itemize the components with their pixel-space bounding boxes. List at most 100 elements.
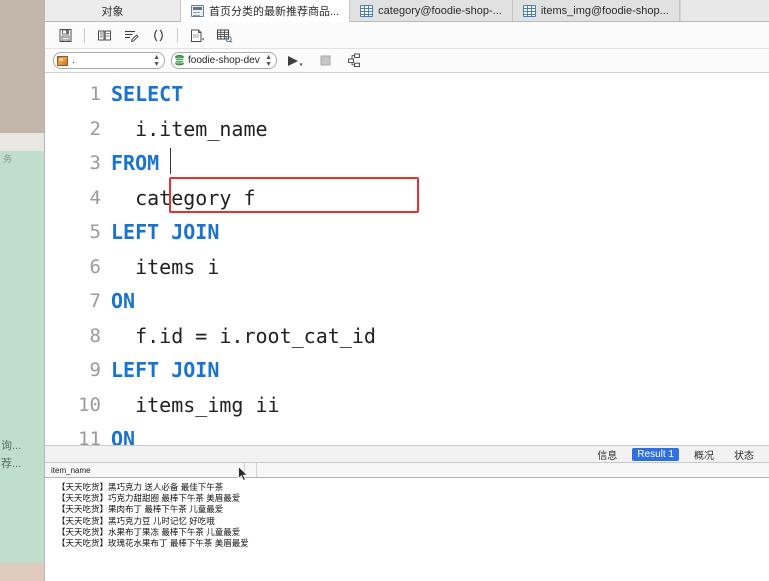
sql-line[interactable]: 8 f.id = i.root_cat_id [45,319,769,354]
sql-line-text: items i [111,250,769,285]
result-grid[interactable]: item_name 【天天吃货】黑巧克力 送人必备 最佳下午茶 【天天吃货】巧克力… [45,463,769,581]
chevron-updown-icon: ▲ ▼ [265,53,272,68]
results-tab-info[interactable]: 信息 [592,446,622,463]
cell-item-name[interactable]: 【天天吃货】玫瑰花水果布丁 最棒下午茶 美眉最爱 [57,537,249,549]
cell-item-name[interactable]: 【天天吃货】黑巧克力豆 儿时记忆 好吃哦 [57,515,215,527]
cell-item-name[interactable]: 【天天吃货】巧克力甜甜圈 最棒下午茶 美眉最爱 [57,492,240,504]
results-tab-bar: 信息 Result 1 概况 状态 [45,445,769,463]
schema-select[interactable]: . ▲ ▼ [53,52,165,69]
sql-keyword: FROM [111,151,160,175]
background-mint-panel [0,151,44,563]
run-query-button[interactable] [283,50,307,72]
sql-keyword: LEFT JOIN [111,358,220,382]
line-number: 6 [89,255,101,278]
sql-editor[interactable]: 1 SELECT 2 i.item_name 3 FROM 4 category f 5 LE… [45,73,769,445]
connection-select-value: foodie-shop-dev [188,55,260,66]
result-grid-header: item_name [45,463,769,482]
table-row[interactable]: 【天天吃货】玫瑰花水果布丁 最棒下午茶 美眉最爱 [45,537,769,548]
sql-identifier: items i [111,254,220,279]
sql-line-text: FROM [111,146,769,181]
schema-icon [57,55,68,66]
sql-line-text: LEFT JOIN [111,353,769,388]
schema-select-value: . [72,55,75,66]
sql-line-text: i.item_name [111,112,769,147]
sql-identifier: items_img ii [111,392,280,417]
sql-identifier: i.item_name [111,116,268,141]
sql-line[interactable]: 1 SELECT [45,77,769,112]
line-number: 7 [89,290,101,312]
column-header-item-name[interactable]: item_name [45,463,245,477]
cell-item-name[interactable]: 【天天吃货】水果布丁果冻 最棒下午茶 儿童最爱 [57,526,240,538]
tab-items-img-table-label: items_img@foodie-shop... [540,4,669,17]
window-left-border [44,0,45,581]
results-tab-result-1[interactable]: Result 1 [632,447,679,461]
editor-tab-bar: 对象 首页分类的最新推荐商品... category@foodie-shop-.… [45,0,769,22]
result-grid-body[interactable]: 【天天吃货】黑巧克力 送人必备 最佳下午茶 【天天吃货】巧克力甜甜圈 最棒下午茶 … [45,478,769,581]
tab-object-pane[interactable]: 对象 [45,0,181,21]
line-number: 1 [89,83,101,105]
background-ghost-text-2: 荐... [1,458,22,470]
sql-line[interactable]: 5 LEFT JOIN [45,215,769,250]
tab-items-img-table[interactable]: items_img@foodie-shop... [512,0,680,21]
results-tab-profile[interactable]: 概况 [689,446,719,463]
sql-line[interactable]: 7 ON [45,284,769,319]
sql-keyword: SELECT [111,82,184,106]
sql-code-lines[interactable]: 1 SELECT 2 i.item_name 3 FROM 4 category f 5 LE… [45,77,769,445]
line-number: 8 [89,324,101,347]
query-builder-icon[interactable] [212,24,236,46]
sql-line[interactable]: 2 i.item_name [45,112,769,147]
sql-line[interactable]: 3 FROM [45,146,769,181]
database-client-window: 对象 首页分类的最新推荐商品... category@foodie-shop-.… [44,0,769,581]
chevron-updown-icon: ▲ ▼ [153,53,160,68]
sql-keyword: ON [111,427,136,445]
table-row[interactable]: 【天天吃货】水果布丁果冻 最棒下午茶 儿童最爱 [45,526,769,537]
cell-item-name[interactable]: 【天天吃货】果肉布丁 最棒下午茶 儿童最爱 [57,503,223,515]
line-number: 11 [78,428,101,445]
tab-bar-filler [679,0,769,21]
toolbar-separator [177,27,178,43]
explain-plan-icon[interactable] [185,24,209,46]
table-row[interactable]: 【天天吃货】巧克力甜甜圈 最棒下午茶 美眉最爱 [45,492,769,503]
sql-line[interactable]: 10 items_img ii [45,388,769,423]
query-icon [191,4,204,17]
connection-toolbar: . ▲ ▼ foodie-shop-dev ▲ ▼ [45,49,769,73]
tab-object-pane-label: 对象 [101,5,124,18]
sql-line-text: ON [111,284,769,319]
toolbar-separator [84,27,85,43]
tab-category-table[interactable]: category@foodie-shop-... [350,0,513,21]
sql-line[interactable]: 4 category f [45,181,769,216]
results-tab-status[interactable]: 状态 [729,446,759,463]
sql-identifier: category f [111,185,256,210]
save-icon[interactable] [53,24,77,46]
cell-item-name[interactable]: 【天天吃货】黑巧克力 送人必备 最佳下午茶 [57,481,223,493]
sql-keyword: ON [111,289,136,313]
line-number: 2 [89,117,101,140]
sql-identifier: f.id = i.root_cat_id [111,323,376,348]
sql-line-text: ON [111,422,769,445]
edit-query-icon[interactable] [119,24,143,46]
text-caret [170,148,171,174]
table-row[interactable]: 【天天吃货】果肉布丁 最棒下午茶 儿童最爱 [45,504,769,515]
database-icon [175,55,184,66]
tab-query-editor[interactable]: 首页分类的最新推荐商品... [181,0,351,22]
stop-query-button[interactable] [313,50,337,72]
sql-line[interactable]: 11 ON [45,422,769,445]
sql-line-text: SELECT [111,77,769,112]
sql-line[interactable]: 6 items i [45,250,769,285]
beautify-sql-icon[interactable] [92,24,116,46]
sql-line-text: f.id = i.root_cat_id [111,319,769,354]
connection-select[interactable]: foodie-shop-dev ▲ ▼ [171,52,277,69]
line-number: 3 [89,152,101,174]
sql-line-text: LEFT JOIN [111,215,769,250]
table-row[interactable]: 【天天吃货】黑巧克力 送人必备 最佳下午茶 [45,481,769,492]
parentheses-icon[interactable] [146,24,170,46]
sql-line[interactable]: 9 LEFT JOIN [45,353,769,388]
tab-query-editor-label: 首页分类的最新推荐商品... [209,5,340,18]
line-number: 5 [89,221,101,243]
background-ghost-text-1: 询... [1,440,22,452]
background-ghost-text-3: 务 [3,154,13,164]
grid-bottom-strip [45,573,769,581]
background-tan-panel [0,0,44,133]
table-row[interactable]: 【天天吃货】黑巧克力豆 儿时记忆 好吃哦 [45,515,769,526]
explain-plan-button[interactable] [343,50,367,72]
